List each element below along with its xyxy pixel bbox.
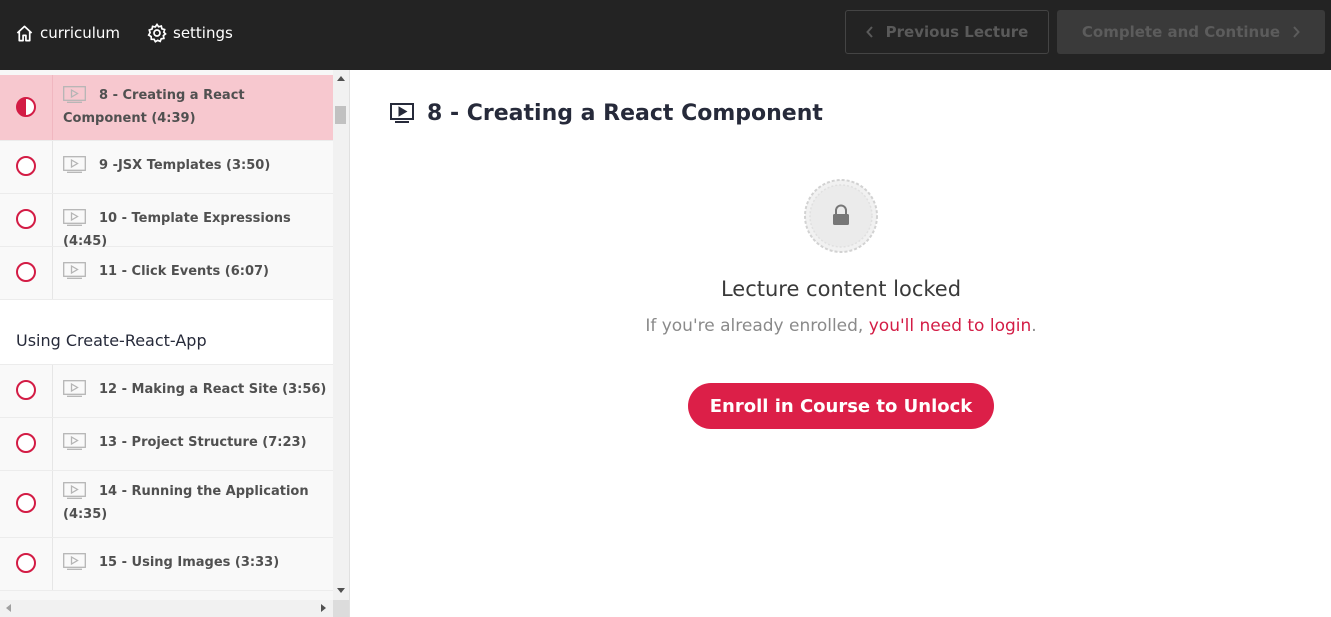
previous-lecture-button[interactable]: Previous Lecture <box>845 10 1049 54</box>
lecture-item-10[interactable]: 10 - Template Expressions (4:45) <box>0 194 333 249</box>
section-header: Using Create-React-App <box>0 300 333 365</box>
scroll-left-arrow-icon[interactable] <box>6 604 11 612</box>
previous-lecture-label: Previous Lecture <box>885 23 1029 41</box>
lecture-item-label: 11 - Click Events (6:07) <box>99 264 269 279</box>
top-bar: curriculum settings Previous Lecture Com… <box>0 0 1331 70</box>
scroll-up-arrow-icon[interactable] <box>337 76 345 81</box>
video-icon <box>63 553 86 570</box>
complete-and-continue-label: Complete and Continue <box>1081 23 1281 41</box>
home-icon <box>16 25 33 41</box>
enroll-button[interactable]: Enroll in Course to Unlock <box>688 383 994 429</box>
locked-message-text: If you're already enrolled, <box>645 316 869 336</box>
lecture-item-9[interactable]: 9 -JSX Templates (3:50) <box>0 141 333 194</box>
incomplete-status-icon <box>16 433 36 453</box>
lecture-item-label: 14 - Running the Application (4:35) <box>63 484 309 522</box>
vertical-scrollbar[interactable] <box>333 70 349 600</box>
incomplete-status-icon <box>16 553 36 573</box>
scrollbar-corner <box>333 600 349 617</box>
lecture-item-14[interactable]: 14 - Running the Application (4:35) <box>0 471 333 538</box>
video-icon <box>63 209 86 226</box>
lecture-list: 8 - Creating a React Component (4:39) 9 … <box>0 75 333 591</box>
video-icon <box>63 156 86 173</box>
lecture-item-label: 10 - Template Expressions (4:45) <box>63 211 291 249</box>
scrollbar-thumb[interactable] <box>335 106 346 124</box>
scroll-down-arrow-icon[interactable] <box>337 588 345 593</box>
video-icon <box>390 103 414 123</box>
lecture-title: 8 - Creating a React Component <box>427 100 823 126</box>
video-icon <box>63 380 86 397</box>
lecture-item-12[interactable]: 12 - Making a React Site (3:56) <box>0 365 333 418</box>
settings-link[interactable]: settings <box>147 22 233 44</box>
horizontal-scrollbar[interactable] <box>0 600 333 617</box>
video-icon <box>63 433 86 450</box>
lecture-item-8[interactable]: 8 - Creating a React Component (4:39) <box>0 75 333 141</box>
locked-message: If you're already enrolled, you'll need … <box>560 316 1122 336</box>
enroll-button-label: Enroll in Course to Unlock <box>709 395 973 417</box>
scroll-right-arrow-icon[interactable] <box>321 604 326 612</box>
video-icon <box>63 262 86 279</box>
lecture-item-label: 12 - Making a React Site (3:56) <box>99 382 327 397</box>
lecture-item-13[interactable]: 13 - Project Structure (7:23) <box>0 418 333 471</box>
locked-heading: Lecture content locked <box>720 277 962 301</box>
lecture-heading: 8 - Creating a React Component <box>390 98 823 128</box>
incomplete-status-icon <box>16 262 36 282</box>
lecture-item-label: 8 - Creating a React Component (4:39) <box>63 88 245 126</box>
progress-status-icon <box>16 97 36 117</box>
login-link[interactable]: you'll need to login <box>869 316 1032 336</box>
lecture-item-label: 15 - Using Images (3:33) <box>99 555 280 570</box>
curriculum-label: curriculum <box>40 24 121 42</box>
video-icon <box>63 86 86 103</box>
curriculum-sidebar: 8 - Creating a React Component (4:39) 9 … <box>0 70 350 617</box>
lecture-item-11[interactable]: 11 - Click Events (6:07) <box>0 247 333 300</box>
chevron-left-icon <box>865 26 873 38</box>
incomplete-status-icon <box>16 493 36 513</box>
section-title: Using Create-React-App <box>16 331 207 350</box>
video-icon <box>63 482 86 499</box>
incomplete-status-icon <box>16 156 36 176</box>
chevron-right-icon <box>1293 26 1300 38</box>
lock-icon <box>804 179 878 253</box>
locked-message-suffix: . <box>1031 316 1037 336</box>
settings-label: settings <box>173 24 233 42</box>
incomplete-status-icon <box>16 380 36 400</box>
lecture-item-label: 13 - Project Structure (7:23) <box>99 435 307 450</box>
complete-and-continue-button[interactable]: Complete and Continue <box>1057 10 1325 54</box>
lecture-item-15[interactable]: 15 - Using Images (3:33) <box>0 538 333 591</box>
curriculum-link[interactable]: curriculum <box>15 22 120 44</box>
gear-icon <box>147 23 167 43</box>
lecture-item-label: 9 -JSX Templates (3:50) <box>99 158 271 173</box>
incomplete-status-icon <box>16 209 36 229</box>
